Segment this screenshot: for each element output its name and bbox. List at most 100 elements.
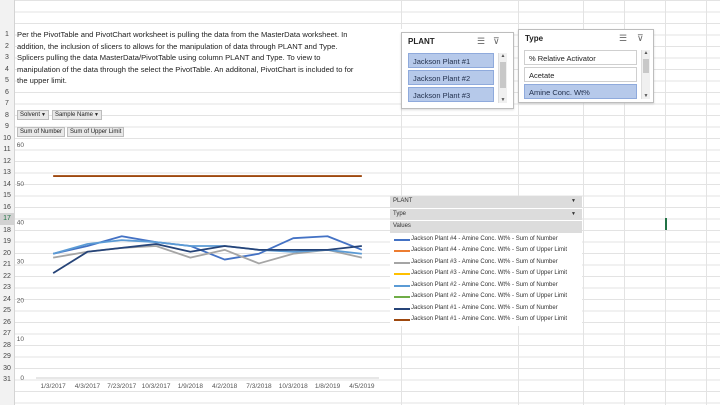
- y-tick-label: 40: [17, 220, 25, 227]
- row-header[interactable]: 31: [0, 374, 14, 386]
- row-header[interactable]: 28: [0, 340, 14, 352]
- pivot-filter-bar: Solvent ▼ Sample Name ▼: [17, 110, 102, 120]
- row-header[interactable]: 27: [0, 328, 14, 340]
- description-line: Per the PivotTable and PivotChart worksh…: [17, 30, 348, 39]
- column-divider: [706, 0, 707, 405]
- dropdown-icon: ▼: [93, 112, 99, 118]
- slicer-item-jackson-plant-1[interactable]: Jackson Plant #1: [408, 53, 494, 68]
- row-header[interactable]: 20: [0, 248, 14, 260]
- x-tick-label: 7/3/2018: [246, 383, 272, 390]
- legend-label: Jackson Plant #2 - Amine Conc. Wt% - Sum…: [411, 293, 568, 299]
- plant-slicer[interactable]: PLANT ☰ ⊽ Jackson Plant #1 Jackson Plant…: [401, 32, 514, 109]
- row-header[interactable]: 21: [0, 259, 14, 271]
- x-tick-label: 1/8/2019: [315, 383, 341, 390]
- legend-header-label: PLANT: [393, 198, 413, 204]
- x-tick-label: 10/3/2018: [279, 383, 308, 390]
- row-header[interactable]: 30: [0, 363, 14, 375]
- x-tick-label: 1/3/2017: [40, 383, 66, 390]
- row-header[interactable]: 29: [0, 351, 14, 363]
- row-header[interactable]: 22: [0, 271, 14, 283]
- row-header[interactable]: 15: [0, 190, 14, 202]
- row-header[interactable]: 19: [0, 236, 14, 248]
- row-header[interactable]: 14: [0, 179, 14, 191]
- clear-filter-icon[interactable]: ⊽: [493, 36, 500, 47]
- clear-filter-icon[interactable]: ⊽: [637, 33, 644, 44]
- y-tick-label: 20: [17, 297, 25, 304]
- scroll-down-icon[interactable]: ▼: [499, 97, 507, 103]
- row-header[interactable]: 5: [0, 75, 14, 87]
- slicer-item-jackson-plant-2[interactable]: Jackson Plant #2: [408, 70, 494, 85]
- scroll-thumb[interactable]: [643, 59, 649, 73]
- description-line: addition, the inclusion of slicers to al…: [17, 41, 338, 51]
- type-slicer[interactable]: Type ☰ ⊽ % Relative Activator Acetate Am…: [518, 29, 654, 103]
- legend-swatch: [394, 296, 410, 298]
- scroll-up-icon[interactable]: ▲: [499, 53, 507, 59]
- slicer-item-amine-conc[interactable]: Amine Conc. Wt%: [524, 84, 637, 99]
- legend-label: Jackson Plant #3 - Amine Conc. Wt% - Sum…: [411, 270, 568, 276]
- legend-label: Jackson Plant #4 - Amine Conc. Wt% - Sum…: [411, 235, 558, 242]
- legend-entry: Jackson Plant #2 - Amine Conc. Wt% - Sum…: [390, 291, 582, 303]
- legend-swatch: [394, 261, 410, 264]
- legend-swatch: [394, 238, 410, 241]
- y-tick-label: 10: [17, 336, 25, 343]
- row-header[interactable]: 18: [0, 225, 14, 237]
- row-header[interactable]: 6: [0, 87, 14, 99]
- legend-header-label: Type: [393, 210, 407, 217]
- pivot-chart[interactable]: 0 10 20 30 40 50 60 1/3/2017 4/3/2017 7/23/2017 10…: [14, 135, 386, 395]
- filter-solvent-button[interactable]: Solvent ▼: [17, 110, 49, 120]
- row-header[interactable]: 1: [0, 29, 14, 41]
- series-line-3[interactable]: [52, 243, 362, 274]
- series-line-0[interactable]: [52, 235, 363, 261]
- legend-label: Jackson Plant #1 - Amine Conc. Wt% - Sum…: [411, 316, 568, 322]
- legend-field-plant[interactable]: PLANT ▼: [390, 196, 582, 209]
- slicer-scrollbar[interactable]: ▲ ▼: [498, 53, 507, 103]
- row-header[interactable]: 17: [0, 213, 14, 225]
- row-header[interactable]: 4: [0, 64, 14, 76]
- legend-label: Jackson Plant #1 - Amine Conc. Wt% - Sum…: [411, 304, 558, 311]
- row-header[interactable]: 12: [0, 156, 14, 168]
- scroll-thumb[interactable]: [500, 62, 506, 88]
- legend-entry: Jackson Plant #2 - Amine Conc. Wt% - Sum…: [390, 280, 582, 292]
- active-cell-marker: [665, 218, 667, 230]
- x-tick-label: 7/23/2017: [107, 383, 136, 390]
- dropdown-icon: ▼: [41, 112, 46, 118]
- row-header[interactable]: 8: [0, 110, 14, 122]
- slicer-item-relative-activator[interactable]: % Relative Activator: [524, 50, 637, 65]
- row-headers: 1 2 3 4 5 6 7 8 9 10 11 12 13 14 15 16 17 18 19 20 21 22 23 24 2…: [0, 0, 15, 405]
- row-header[interactable]: 7: [0, 98, 14, 110]
- y-tick-label: 30: [17, 259, 25, 266]
- row-header[interactable]: 24: [0, 294, 14, 306]
- row-header[interactable]: 16: [0, 202, 14, 214]
- row-header[interactable]: 10: [0, 133, 14, 145]
- row-header[interactable]: 23: [0, 282, 14, 294]
- filter-label: Solvent: [20, 112, 41, 118]
- scroll-up-icon[interactable]: ▲: [642, 50, 650, 56]
- x-tick-label: 1/9/2018: [178, 383, 204, 390]
- row-header[interactable]: 11: [0, 144, 14, 156]
- x-tick-label: 4/5/2019: [349, 383, 375, 390]
- y-tick-label: 0: [20, 375, 24, 382]
- legend-field-values: Values: [390, 221, 582, 234]
- description-line: manipulation of the data through the sel…: [17, 64, 354, 74]
- filter-sample-name-button[interactable]: Sample Name ▼: [51, 110, 102, 120]
- legend-field-type[interactable]: Type ▼: [390, 208, 582, 221]
- x-tick-label: 10/3/2017: [142, 383, 171, 390]
- multi-select-icon[interactable]: ☰: [477, 36, 485, 47]
- slicer-scrollbar[interactable]: ▲ ▼: [641, 50, 650, 99]
- filter-icon: ▼: [571, 210, 576, 217]
- row-header[interactable]: 3: [0, 52, 14, 64]
- description-line: Splicers pulling the data MasterData/Piv…: [17, 53, 321, 62]
- multi-select-icon[interactable]: ☰: [619, 33, 627, 44]
- row-header[interactable]: 2: [0, 41, 14, 53]
- description-text: Per the PivotTable and PivotChart worksh…: [17, 29, 402, 87]
- slicer-item-jackson-plant-3[interactable]: Jackson Plant #3: [408, 87, 494, 102]
- row-header[interactable]: 9: [0, 121, 14, 133]
- row-header[interactable]: 26: [0, 317, 14, 329]
- slicer-item-acetate[interactable]: Acetate: [524, 67, 637, 82]
- scroll-down-icon[interactable]: ▼: [642, 93, 650, 99]
- row-header[interactable]: 25: [0, 305, 14, 317]
- row-header[interactable]: 13: [0, 167, 14, 179]
- x-tick-label: 4/2/2018: [212, 383, 238, 390]
- description-line: the upper limit.: [17, 76, 67, 85]
- legend-entry: Jackson Plant #3 - Amine Conc. Wt% - Sum…: [390, 257, 582, 269]
